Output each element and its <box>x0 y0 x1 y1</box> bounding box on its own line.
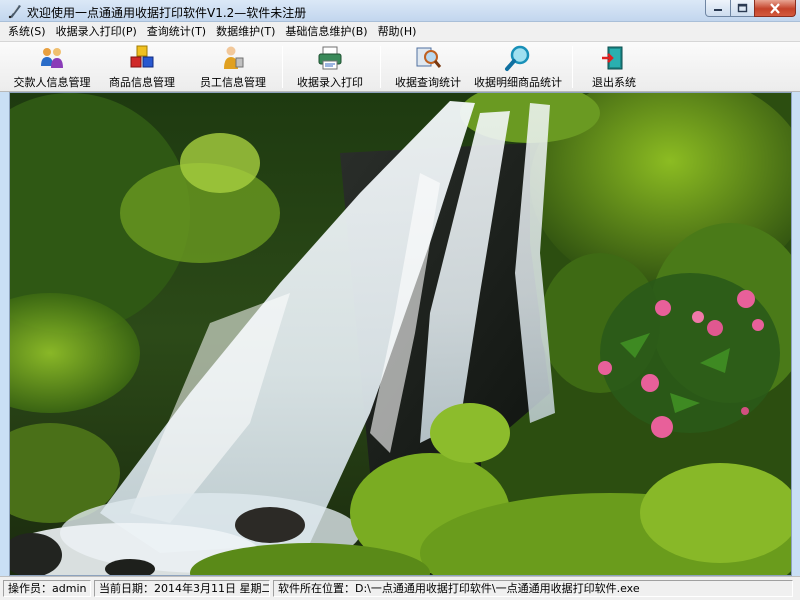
maximize-button[interactable] <box>730 0 755 17</box>
product-info-label: 商品信息管理 <box>109 76 175 89</box>
menu-receipt-entry-print[interactable]: 收据录入打印(P) <box>51 22 142 41</box>
payer-info-button[interactable]: 交款人信息管理 <box>10 44 94 90</box>
receipt-entry-print-button[interactable]: 收据录入打印 <box>292 44 368 90</box>
status-operator: 操作员：admin <box>3 580 91 597</box>
employee-info-button[interactable]: 员工信息管理 <box>196 44 270 90</box>
exit-system-button[interactable]: 退出系统 <box>586 44 642 90</box>
status-bar: 操作员：admin 当前日期：2014年3月11日 星期二 软件所在位置：D:\… <box>0 576 800 600</box>
main-area <box>9 92 792 576</box>
maximize-icon <box>737 3 748 13</box>
title-bar[interactable]: 欢迎使用一点通通用收据打印软件V1.2—软件未注册 <box>0 0 800 22</box>
menu-bar: 系统(S) 收据录入打印(P) 查询统计(T) 数据维护(T) 基础信息维护(B… <box>0 22 800 42</box>
cubes-icon <box>130 45 154 68</box>
close-icon <box>770 2 780 14</box>
feather-pen-icon <box>8 5 21 19</box>
window-title: 欢迎使用一点通通用收据打印软件V1.2—软件未注册 <box>27 6 307 20</box>
status-software-path: 软件所在位置：D:\一点通通用收据打印软件\一点通通用收据打印软件.exe <box>273 580 793 597</box>
search-icon <box>416 47 442 68</box>
toolbar: 交款人信息管理 商品信息管理 员工信息管理 收据录入打印 收据查询统计 收据明细… <box>0 42 800 92</box>
menu-basic-info-maintenance[interactable]: 基础信息维护(B) <box>280 22 372 41</box>
receipt-query-button[interactable]: 收据查询统计 <box>392 44 464 90</box>
people-icon <box>41 48 63 68</box>
status-date: 当前日期：2014年3月11日 星期二 <box>94 580 270 597</box>
receipt-detail-stats-button[interactable]: 收据明细商品统计 <box>472 44 564 90</box>
minimize-icon <box>714 9 722 11</box>
minimize-button[interactable] <box>705 0 731 17</box>
waterfall-wallpaper-image <box>10 93 791 575</box>
receipt-entry-print-label: 收据录入打印 <box>297 76 363 89</box>
exit-system-label: 退出系统 <box>592 76 636 89</box>
toolbar-separator <box>572 46 573 88</box>
receipt-query-label: 收据查询统计 <box>395 76 461 89</box>
menu-data-maintenance[interactable]: 数据维护(T) <box>211 22 280 41</box>
product-info-button[interactable]: 商品信息管理 <box>104 44 180 90</box>
print-icon <box>318 46 342 70</box>
menu-query-statistics[interactable]: 查询统计(T) <box>142 22 211 41</box>
close-button[interactable] <box>754 0 796 17</box>
receipt-detail-stats-label: 收据明细商品统计 <box>474 76 562 89</box>
toolbar-separator <box>380 46 381 88</box>
employee-icon <box>224 46 244 69</box>
toolbar-separator <box>282 46 283 88</box>
menu-system[interactable]: 系统(S) <box>0 22 51 41</box>
menu-help[interactable]: 帮助(H) <box>373 22 422 41</box>
exit-door-icon <box>602 46 623 70</box>
payer-info-label: 交款人信息管理 <box>13 76 91 89</box>
employee-info-label: 员工信息管理 <box>200 76 266 89</box>
magnifier-icon <box>505 45 530 71</box>
